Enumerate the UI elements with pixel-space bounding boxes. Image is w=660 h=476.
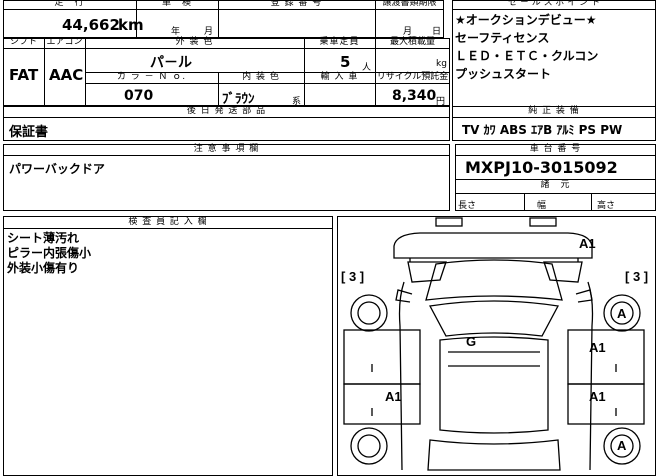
mark-a1-top: A1 bbox=[579, 236, 596, 251]
car-diagram: A1 [ 3 ] [ 3 ] A A1 G A1 A1 A bbox=[341, 217, 648, 471]
mark-a1-right-mid: A1 bbox=[589, 340, 606, 355]
mark-a-right-upper: A bbox=[617, 306, 627, 321]
mark-a1-right-lower: A1 bbox=[589, 389, 606, 404]
mark-a-right-lower: A bbox=[617, 438, 627, 453]
mark-left-score: [ 3 ] bbox=[341, 269, 364, 284]
mark-g-center: G bbox=[466, 334, 476, 349]
mark-a1-left-lower: A1 bbox=[385, 389, 402, 404]
mark-right-score: [ 3 ] bbox=[625, 269, 648, 284]
